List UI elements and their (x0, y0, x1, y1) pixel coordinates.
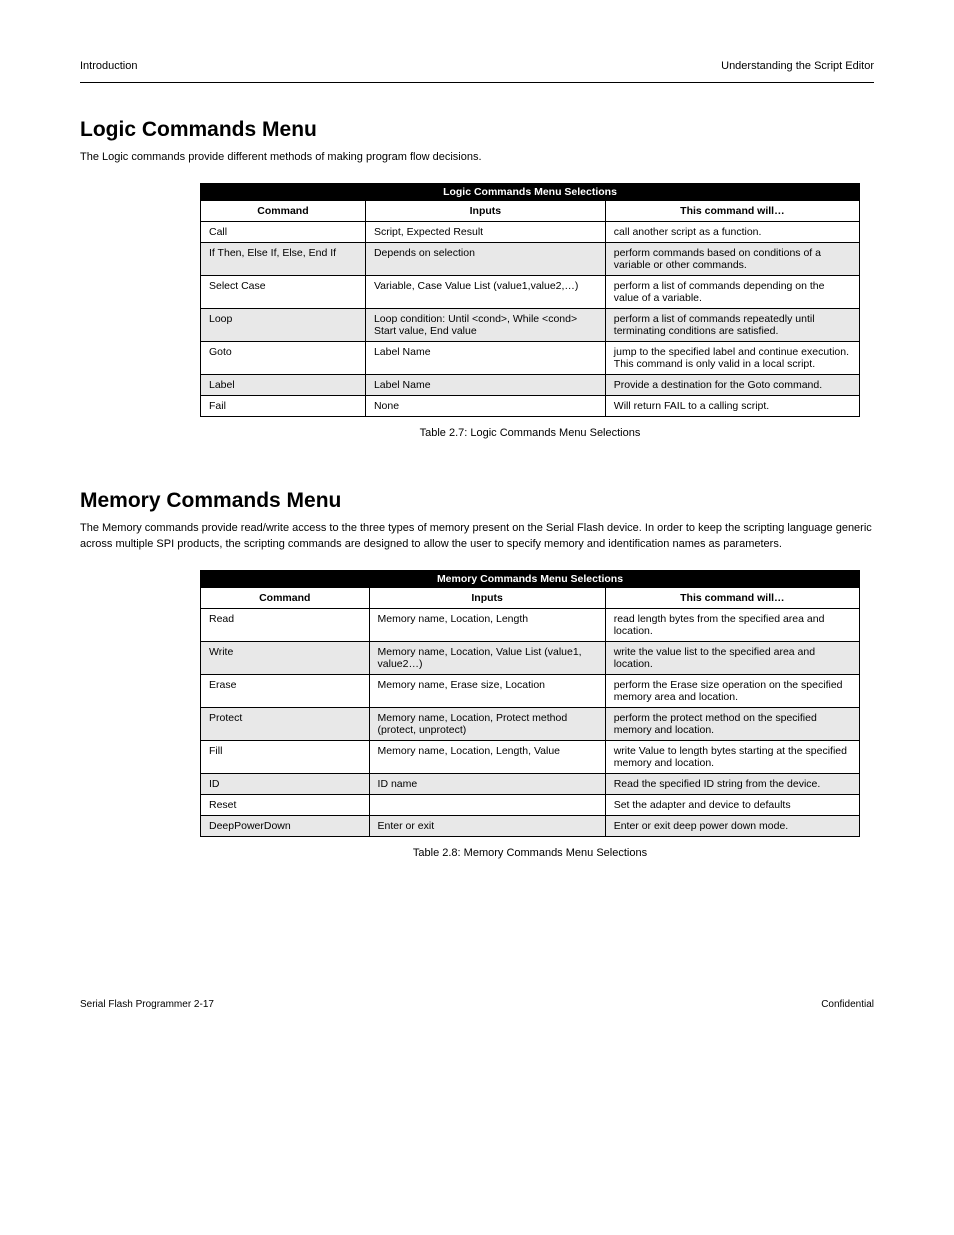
cell: perform a list of commands repeatedly un… (605, 309, 859, 342)
cell: Memory name, Erase size, Location (369, 675, 605, 708)
table-col-headers: Command Inputs This command will… (201, 588, 860, 609)
cell: Goto (201, 342, 366, 375)
col-command: Command (201, 588, 370, 609)
table-row: Reset Set the adapter and device to defa… (201, 795, 860, 816)
cell: DeepPowerDown (201, 816, 370, 837)
cell: Loop condition: Until <cond>, While <con… (365, 309, 605, 342)
table-caption-1: Table 2.7: Logic Commands Menu Selection… (200, 427, 860, 439)
cell: write Value to length bytes starting at … (605, 741, 859, 774)
cell: perform commands based on conditions of … (605, 243, 859, 276)
table-row: If Then, Else If, Else, End If Depends o… (201, 243, 860, 276)
cell: Memory name, Location, Length (369, 609, 605, 642)
cell: Variable, Case Value List (value1,value2… (365, 276, 605, 309)
table-title: Memory Commands Menu Selections (201, 571, 860, 588)
header-right: Understanding the Script Editor (721, 60, 874, 72)
table-row: Fail None Will return FAIL to a calling … (201, 396, 860, 417)
cell: Select Case (201, 276, 366, 309)
cell: Depends on selection (365, 243, 605, 276)
cell: Set the adapter and device to defaults (605, 795, 859, 816)
table-row: DeepPowerDown Enter or exit Enter or exi… (201, 816, 860, 837)
cell: Enter or exit (369, 816, 605, 837)
cell: Label Name (365, 342, 605, 375)
table-memory: Memory Commands Menu Selections Command … (200, 570, 860, 837)
table-title: Logic Commands Menu Selections (201, 184, 860, 201)
cell: Write (201, 642, 370, 675)
cell: Memory name, Location, Protect method (p… (369, 708, 605, 741)
col-desc: This command will… (605, 201, 859, 222)
table-row: Protect Memory name, Location, Protect m… (201, 708, 860, 741)
cell: Read the specified ID string from the de… (605, 774, 859, 795)
cell: Erase (201, 675, 370, 708)
section-1: Logic Commands Menu The Logic commands p… (80, 118, 874, 439)
table-row: Goto Label Name jump to the specified la… (201, 342, 860, 375)
cell: Fail (201, 396, 366, 417)
cell: Reset (201, 795, 370, 816)
cell: Provide a destination for the Goto comma… (605, 375, 859, 396)
cell: Label Name (365, 375, 605, 396)
cell: Protect (201, 708, 370, 741)
cell: Read (201, 609, 370, 642)
section2-title: Memory Commands Menu (80, 489, 874, 513)
section2-desc: The Memory commands provide read/write a… (80, 521, 874, 552)
table-row: Write Memory name, Location, Value List … (201, 642, 860, 675)
table-row: Call Script, Expected Result call anothe… (201, 222, 860, 243)
cell: ID name (369, 774, 605, 795)
cell: write the value list to the specified ar… (605, 642, 859, 675)
col-desc: This command will… (605, 588, 859, 609)
cell: If Then, Else If, Else, End If (201, 243, 366, 276)
table-row: Erase Memory name, Erase size, Location … (201, 675, 860, 708)
cell: None (365, 396, 605, 417)
table-row: Fill Memory name, Location, Length, Valu… (201, 741, 860, 774)
table-header-row: Memory Commands Menu Selections (201, 571, 860, 588)
col-inputs: Inputs (365, 201, 605, 222)
section-2: Memory Commands Menu The Memory commands… (80, 489, 874, 859)
table-col-headers: Command Inputs This command will… (201, 201, 860, 222)
table-row: Select Case Variable, Case Value List (v… (201, 276, 860, 309)
cell: Loop (201, 309, 366, 342)
cell: Memory name, Location, Value List (value… (369, 642, 605, 675)
cell: jump to the specified label and continue… (605, 342, 859, 375)
cell: Fill (201, 741, 370, 774)
cell: call another script as a function. (605, 222, 859, 243)
table-logic: Logic Commands Menu Selections Command I… (200, 183, 860, 417)
table-row: Loop Loop condition: Until <cond>, While… (201, 309, 860, 342)
cell (369, 795, 605, 816)
cell: ID (201, 774, 370, 795)
cell: perform a list of commands depending on … (605, 276, 859, 309)
col-command: Command (201, 201, 366, 222)
cell: Enter or exit deep power down mode. (605, 816, 859, 837)
cell: perform the protect method on the specif… (605, 708, 859, 741)
footer-left: Serial Flash Programmer 2-17 (80, 999, 214, 1010)
page-footer: Serial Flash Programmer 2-17 Confidentia… (80, 999, 874, 1010)
table-header-row: Logic Commands Menu Selections (201, 184, 860, 201)
cell: read length bytes from the specified are… (605, 609, 859, 642)
cell: Label (201, 375, 366, 396)
table-row: ID ID name Read the specified ID string … (201, 774, 860, 795)
col-inputs: Inputs (369, 588, 605, 609)
section1-title: Logic Commands Menu (80, 118, 874, 142)
cell: Call (201, 222, 366, 243)
cell: Script, Expected Result (365, 222, 605, 243)
header-left: Introduction (80, 60, 137, 72)
section1-desc: The Logic commands provide different met… (80, 150, 874, 165)
table-row: Read Memory name, Location, Length read … (201, 609, 860, 642)
cell: Memory name, Location, Length, Value (369, 741, 605, 774)
cell: Will return FAIL to a calling script. (605, 396, 859, 417)
table-caption-2: Table 2.8: Memory Commands Menu Selectio… (200, 847, 860, 859)
cell: perform the Erase size operation on the … (605, 675, 859, 708)
table-row: Label Label Name Provide a destination f… (201, 375, 860, 396)
footer-right: Confidential (821, 999, 874, 1010)
